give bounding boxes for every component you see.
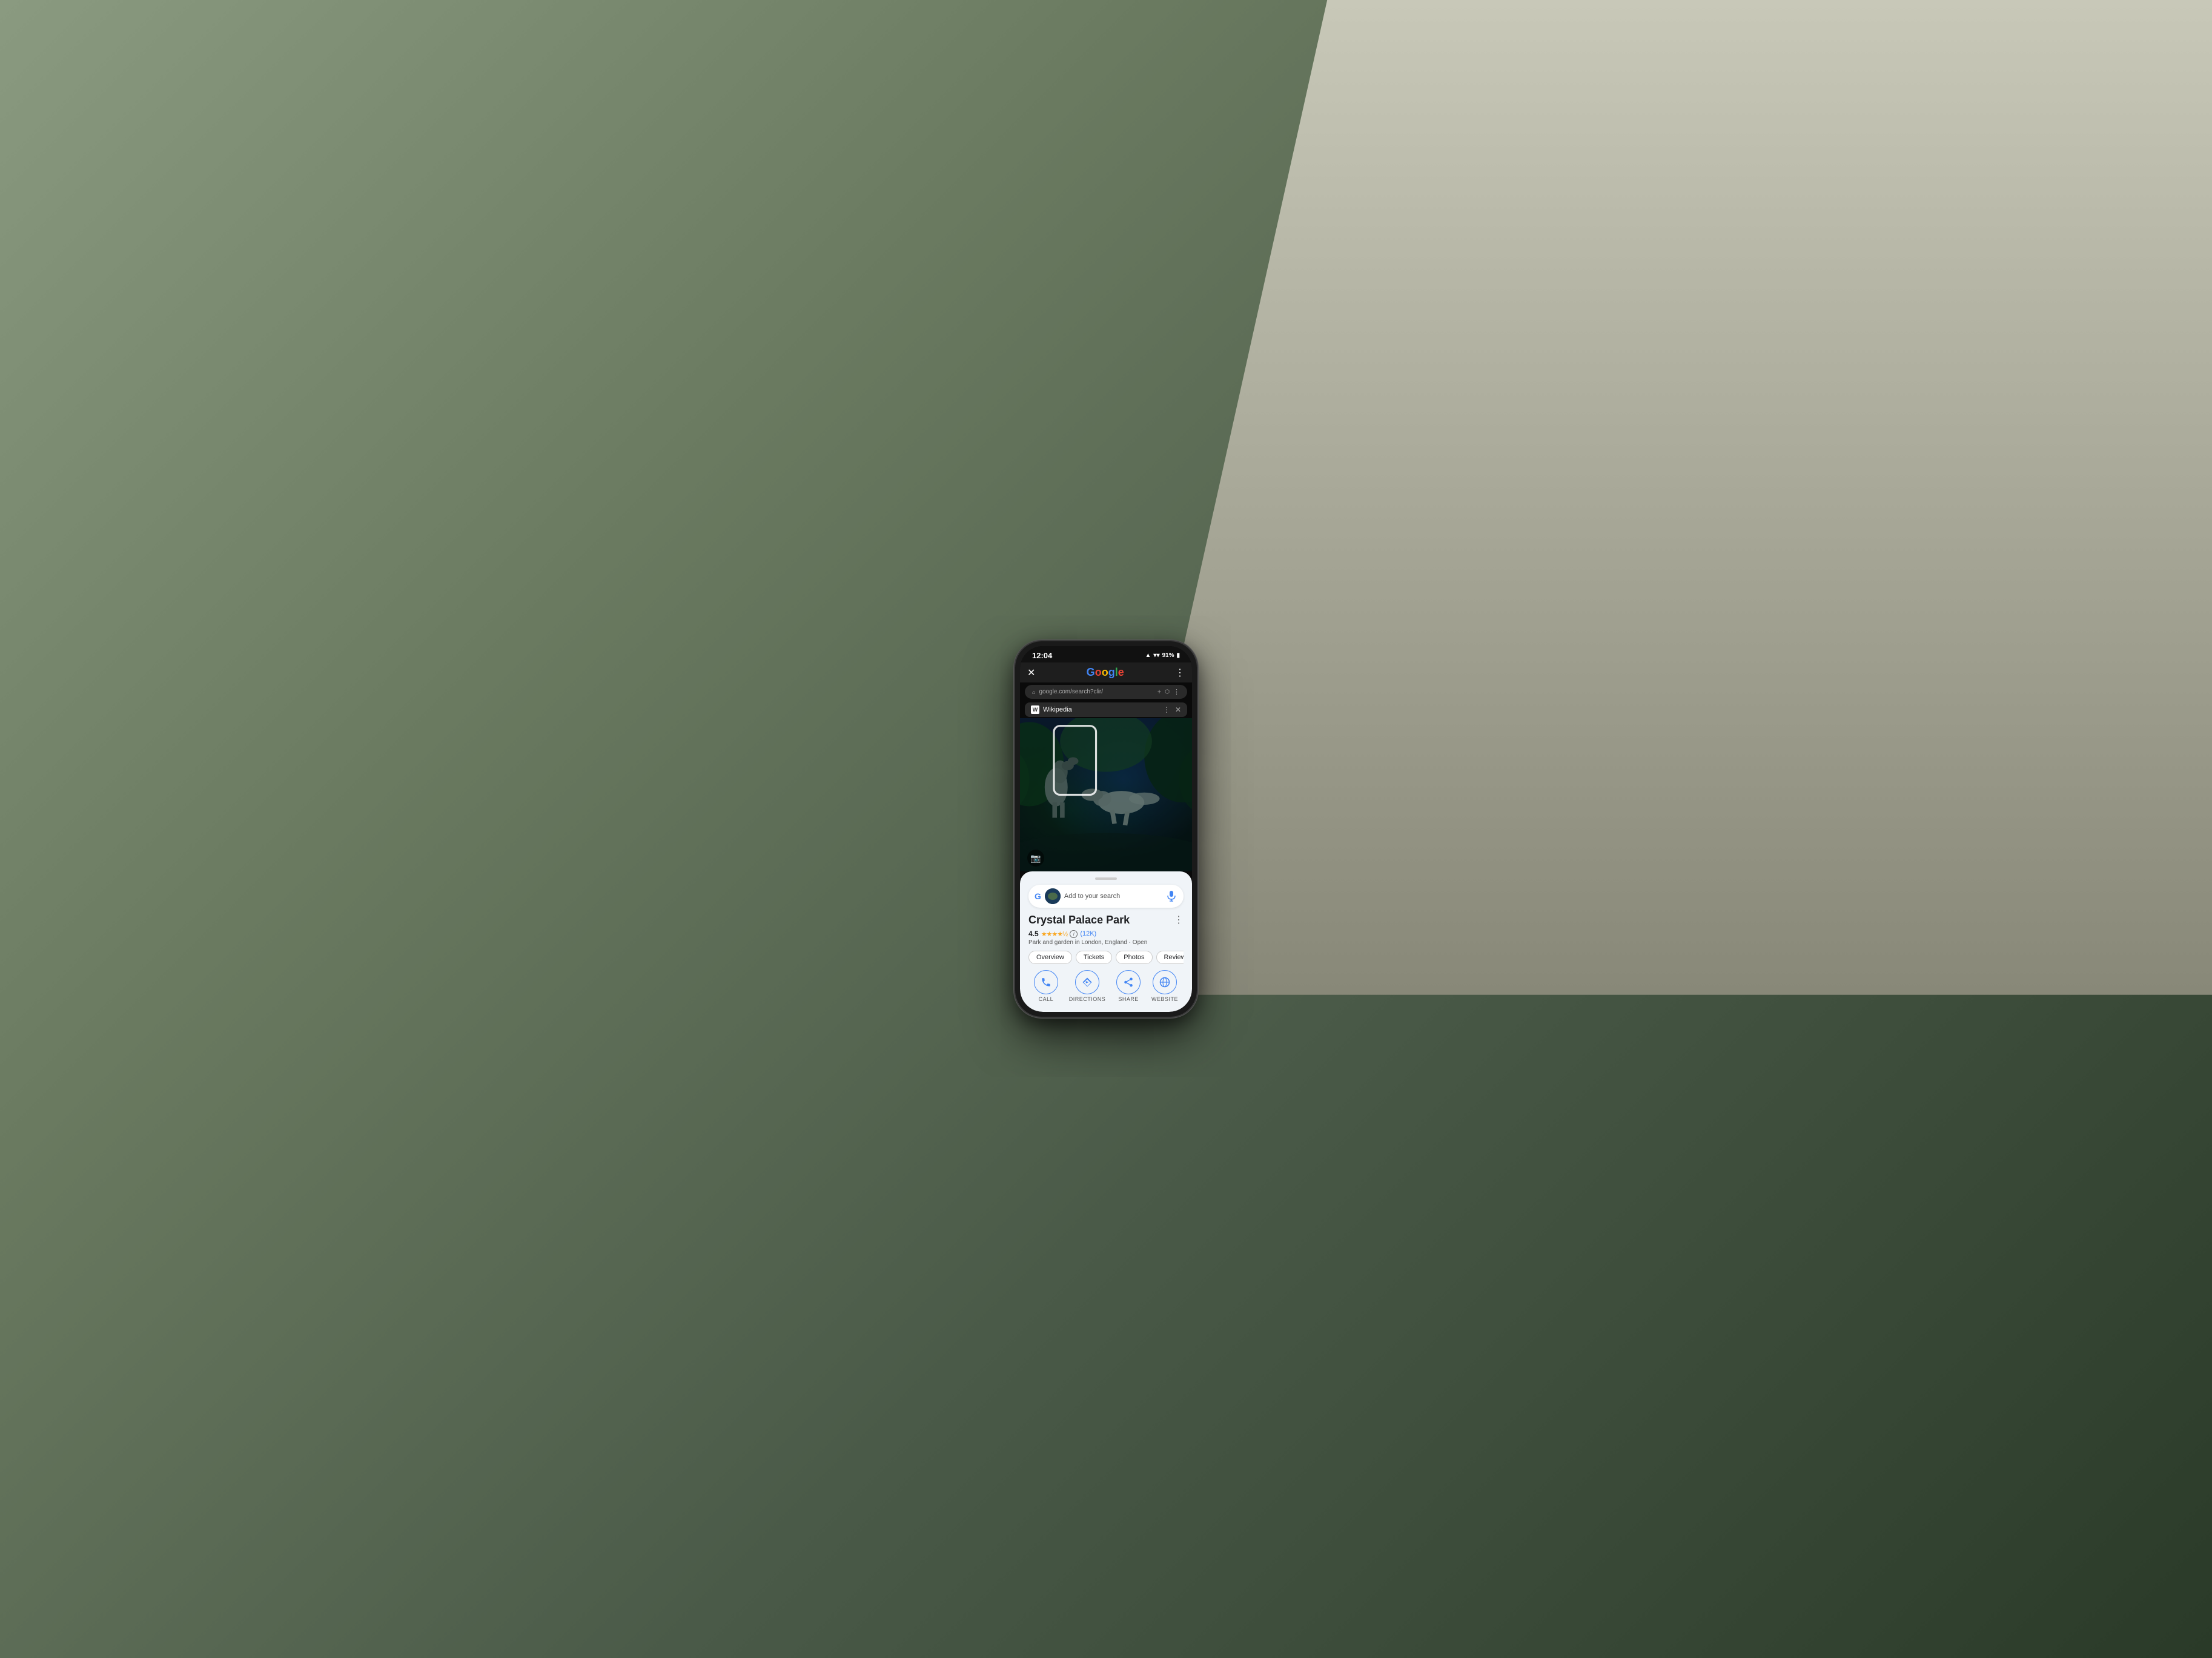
info-icon[interactable]: i (1070, 930, 1078, 938)
wikipedia-tab[interactable]: W Wikipedia ⋮ ✕ (1025, 702, 1187, 717)
directions-icon-svg (1082, 977, 1093, 988)
app-header: ✕ Google ⋮ (1020, 662, 1192, 682)
status-bar: 12:04 ▲ ▾▾ 91% ▮ (1020, 646, 1192, 662)
dino-scene-svg (1020, 718, 1192, 871)
bottom-card: G Add to your search (1020, 871, 1192, 1012)
share-icon-svg (1123, 977, 1134, 988)
mic-svg (1167, 891, 1176, 902)
camera-overlay-button[interactable]: 📷 (1027, 850, 1044, 867)
add-tab-button[interactable]: + (1157, 689, 1161, 696)
rating-row: 4.5 ★★★★½ i (12K) (1028, 930, 1184, 938)
place-name: Crystal Palace Park (1028, 914, 1130, 926)
search-label: Add to your search (1064, 893, 1162, 900)
url-menu-icon[interactable]: ⋮ (1173, 688, 1180, 696)
signal-icon: ▲ (1145, 652, 1151, 659)
close-button[interactable]: ✕ (1027, 667, 1035, 679)
rating-number: 4.5 (1028, 930, 1039, 938)
header-menu-icon[interactable]: ⋮ (1175, 667, 1185, 679)
call-icon-circle (1034, 970, 1058, 994)
url-text: google.com/search?clir/ (1039, 689, 1153, 695)
share-icon-circle (1116, 970, 1141, 994)
call-label: CALL (1039, 996, 1054, 1002)
place-header: Crystal Palace Park ⋮ (1028, 914, 1184, 928)
wikipedia-favicon: W (1031, 705, 1039, 714)
dino-ar-area: 📷 (1020, 718, 1192, 871)
phone-screen: 12:04 ▲ ▾▾ 91% ▮ ✕ Google ⋮ ⌂ google.c (1020, 646, 1192, 1012)
tab-reviews[interactable]: Reviews (1156, 951, 1184, 964)
url-bar[interactable]: ⌂ google.com/search?clir/ + ⬡ ⋮ (1025, 685, 1187, 699)
card-handle (1095, 877, 1117, 880)
directions-label: DIRECTIONS (1069, 996, 1106, 1002)
wiki-close-icon[interactable]: ✕ (1175, 705, 1181, 714)
call-action[interactable]: CALL (1034, 970, 1058, 1002)
call-icon-svg (1041, 977, 1051, 988)
google-logo: Google (1087, 666, 1124, 679)
phone: 12:04 ▲ ▾▾ 91% ▮ ✕ Google ⋮ ⌂ google.c (1015, 641, 1197, 1017)
tabs-row: Overview Tickets Photos Reviews (1028, 951, 1184, 964)
website-label: WEBSITE (1151, 996, 1178, 1002)
tab-overview[interactable]: Overview (1028, 951, 1072, 964)
tab-photos[interactable]: Photos (1116, 951, 1152, 964)
review-count[interactable]: (12K) (1080, 930, 1096, 937)
wifi-icon: ▾▾ (1153, 652, 1159, 659)
directions-icon-circle (1075, 970, 1099, 994)
wiki-menu-icon[interactable]: ⋮ (1163, 705, 1170, 714)
search-row[interactable]: G Add to your search (1028, 885, 1184, 908)
tab-tickets[interactable]: Tickets (1076, 951, 1112, 964)
home-icon: ⌂ (1032, 689, 1035, 695)
battery-text: 91% (1162, 652, 1174, 659)
actions-row: CALL DIRECTIONS (1028, 970, 1184, 1002)
website-icon-svg (1159, 977, 1170, 988)
tab-count: ⬡ (1165, 689, 1170, 695)
mic-icon[interactable] (1165, 890, 1177, 902)
share-action[interactable]: SHARE (1116, 970, 1141, 1002)
battery-icon: ▮ (1176, 652, 1180, 659)
share-label: SHARE (1118, 996, 1139, 1002)
wikipedia-title: Wikipedia (1043, 706, 1072, 713)
website-action[interactable]: WEBSITE (1151, 970, 1178, 1002)
status-icons: ▲ ▾▾ 91% ▮ (1145, 652, 1180, 659)
place-menu-icon[interactable]: ⋮ (1174, 914, 1184, 926)
scene: 12:04 ▲ ▾▾ 91% ▮ ✕ Google ⋮ ⌂ google.c (0, 0, 2212, 1658)
status-time: 12:04 (1032, 651, 1052, 660)
stars: ★★★★½ (1041, 930, 1068, 938)
thumbnail-dino-svg (1045, 888, 1061, 904)
google-g-logo: G (1035, 891, 1041, 901)
search-thumbnail (1045, 888, 1061, 904)
website-icon-circle (1153, 970, 1177, 994)
directions-action[interactable]: DIRECTIONS (1069, 970, 1106, 1002)
place-description: Park and garden in London, England · Ope… (1028, 939, 1184, 946)
camera-icon: 📷 (1030, 853, 1041, 864)
